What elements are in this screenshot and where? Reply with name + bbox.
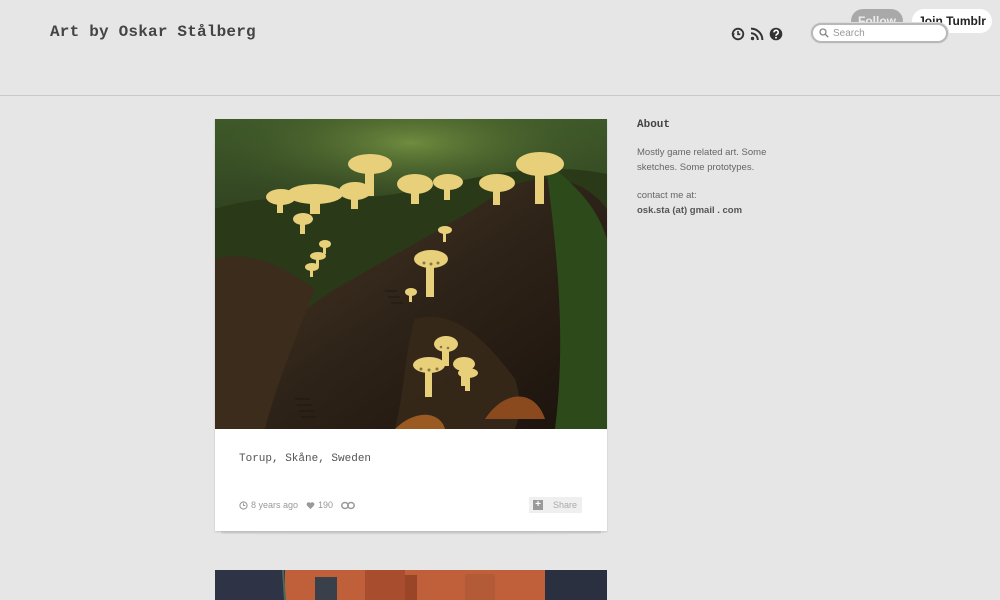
contact-email: osk.sta (at) gmail . com — [637, 205, 743, 216]
plus-icon: + — [533, 500, 543, 510]
post-timestamp[interactable]: 8 years ago — [239, 500, 298, 510]
site-header: Art by Oskar Stålberg Follow Join Tumblr… — [0, 0, 1000, 96]
post-likes[interactable]: 190 — [306, 500, 333, 510]
link-icon — [341, 501, 356, 509]
post-photo[interactable] — [215, 119, 607, 429]
search-box[interactable] — [811, 23, 948, 43]
next-photo-post[interactable] — [215, 570, 607, 600]
rss-icon[interactable] — [749, 26, 765, 42]
share-button[interactable]: + Share — [529, 497, 582, 513]
search-icon — [819, 28, 829, 38]
heart-icon — [306, 501, 315, 509]
share-label: Share — [553, 500, 578, 510]
search-input[interactable] — [833, 27, 943, 39]
permalink-link[interactable] — [341, 501, 356, 510]
photo-post: Torup, Skåne, Sweden 8 years ago 190 + S… — [215, 119, 607, 531]
post-time: 8 years ago — [251, 500, 299, 510]
contact-label: contact me at: — [637, 190, 697, 201]
post-meta: 8 years ago 190 — [239, 500, 363, 510]
site-title[interactable]: Art by Oskar Stålberg — [50, 23, 256, 41]
post-shadow — [221, 531, 601, 535]
about-description: Mostly game related art. Some sketches. … — [637, 147, 767, 173]
help-icon[interactable] — [768, 26, 784, 42]
post-caption: Torup, Skåne, Sweden — [239, 453, 372, 465]
history-icon[interactable] — [730, 26, 746, 42]
header-icons — [730, 26, 784, 42]
clock-icon — [239, 500, 248, 510]
about-title: About — [637, 119, 671, 131]
like-count: 190 — [318, 500, 334, 510]
